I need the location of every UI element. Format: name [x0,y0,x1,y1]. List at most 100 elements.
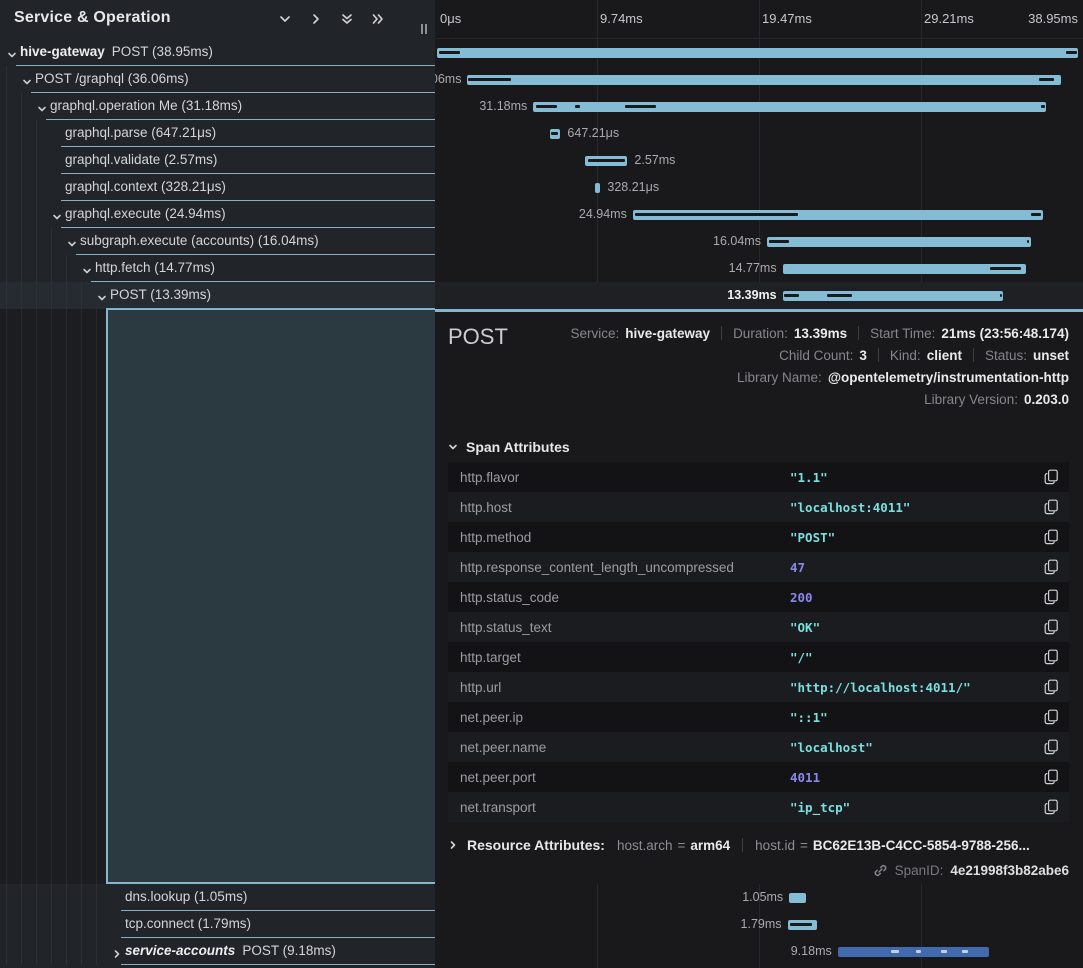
indent-guide [81,938,82,965]
span-label: dns.lookup (1.05ms) [125,889,247,904]
double-chevron-right-icon[interactable] [371,12,385,26]
waterfall-row[interactable]: 14.77ms [435,255,1083,282]
waterfall-row[interactable]: 1.05ms [435,884,1083,911]
span-duration-bar[interactable] [789,893,806,903]
span-tree-row[interactable]: http.fetch (14.77ms) [0,255,435,282]
double-chevron-down-icon[interactable] [340,12,354,26]
span-tree-row[interactable]: POST /graphql (36.06ms) [0,66,435,93]
detail-field-label: Start Time: [870,326,935,341]
operation-name: graphql.parse (647.21μs) [65,125,216,140]
chevron-down-icon[interactable] [67,236,77,246]
span-duration-bar[interactable] [533,102,1046,112]
span-tree-row[interactable]: service-accounts POST (9.18ms) [0,938,435,965]
chevron-down-icon [448,442,458,452]
chevron-right-icon[interactable] [309,12,323,26]
waterfall-row[interactable]: 1.79ms [435,911,1083,938]
span-label: subgraph.execute (accounts) (16.04ms) [80,233,319,248]
span-duration-bar[interactable] [767,237,1031,247]
chevron-down-icon[interactable] [7,47,17,57]
attribute-row: net.peer.port4011 [448,762,1069,792]
chevron-down-icon[interactable] [278,12,292,26]
waterfall-row[interactable]: 31.18ms [435,93,1083,120]
attribute-key: net.peer.port [448,770,536,785]
panel-resize-handle[interactable] [421,24,427,34]
copy-icon[interactable] [1044,589,1059,605]
operation-name: dns.lookup (1.05ms) [125,889,247,904]
attribute-value: "/" [790,650,813,665]
indent-guide [6,938,7,965]
span-tree-row[interactable]: graphql.execute (24.94ms) [0,201,435,228]
copy-icon[interactable] [1044,499,1059,515]
span-tree-row[interactable]: POST (13.39ms) [0,282,435,309]
indent-guide [6,66,7,93]
link-icon[interactable] [873,863,888,878]
span-duration-bar[interactable] [783,291,1003,301]
chevron-down-icon[interactable] [97,290,107,300]
waterfall-row[interactable]: 9.18ms [435,938,1083,965]
span-duration-bar[interactable] [595,183,600,193]
chevron-down-icon[interactable] [52,209,62,219]
detail-field-value: 13.39ms [794,326,847,341]
attribute-value: 200 [790,590,813,605]
chevron-down-icon[interactable] [22,74,32,84]
chevron-right-icon[interactable] [112,946,122,956]
span-duration-bar[interactable] [838,947,989,957]
span-tree-row[interactable]: tcp.connect (1.79ms) [0,911,435,938]
indent-guide [21,228,22,255]
resource-attributes-row[interactable]: Resource Attributes: host.arch=arm64host… [448,837,1030,853]
span-duration-bar[interactable] [467,75,1060,85]
copy-icon[interactable] [1044,469,1059,485]
span-duration-bar[interactable] [550,129,561,139]
waterfall-row[interactable]: 24.94ms [435,201,1083,228]
indent-guide [81,282,82,309]
detail-field-label: Duration: [733,326,788,341]
copy-icon[interactable] [1044,709,1059,725]
waterfall-row[interactable]: 36.06ms [435,66,1083,93]
copy-icon[interactable] [1044,799,1059,815]
detail-field-label: Library Name: [737,370,822,385]
indent-guide [81,911,82,938]
span-tree-row[interactable]: graphql.operation Me (31.18ms) [0,93,435,120]
waterfall-row[interactable]: 2.57ms [435,147,1083,174]
detail-info-line: Service:hive-gateway Duration: 13.39ms Star… [570,322,1069,344]
copy-icon[interactable] [1044,649,1059,665]
span-attributes-toggle[interactable]: Span Attributes [448,439,570,455]
span-tree-row[interactable]: dns.lookup (1.05ms) [0,884,435,911]
span-duration-bar[interactable] [585,156,627,166]
span-tree-row[interactable]: graphql.validate (2.57ms) [0,147,435,174]
child-span-marker [1039,78,1054,81]
indent-guide [96,938,97,965]
waterfall-row[interactable]: 647.21μs [435,120,1083,147]
waterfall-row[interactable]: 13.39ms [435,282,1083,309]
span-duration-label: 24.94ms [579,207,627,221]
span-duration-bar[interactable] [783,264,1026,274]
attribute-key: http.method [448,530,531,545]
copy-icon[interactable] [1044,739,1059,755]
detail-field: Service:hive-gateway [570,326,710,341]
waterfall-row[interactable]: 16.04ms [435,228,1083,255]
waterfall-row[interactable]: 328.21μs [435,174,1083,201]
copy-icon[interactable] [1044,679,1059,695]
attribute-row: http.response_content_length_uncompresse… [448,552,1069,582]
attribute-value: "POST" [790,530,835,545]
span-tree-row[interactable]: graphql.parse (647.21μs) [0,120,435,147]
span-tree-row[interactable]: subgraph.execute (accounts) (16.04ms) [0,228,435,255]
waterfall-row[interactable] [435,39,1083,66]
copy-icon[interactable] [1044,769,1059,785]
span-tree-row[interactable]: graphql.context (328.21μs) [0,174,435,201]
span-duration-bar[interactable] [437,48,1078,58]
attribute-row: net.transport"ip_tcp" [448,792,1069,822]
detail-field: Library Version:0.203.0 [924,392,1069,407]
copy-icon[interactable] [1044,529,1059,545]
chevron-down-icon[interactable] [37,101,47,111]
span-duration-bar[interactable] [633,210,1043,220]
chevron-down-icon[interactable] [82,263,92,273]
service-name: service-accounts [125,943,235,958]
span-tree-row[interactable]: hive-gatewayPOST (38.95ms) [0,39,435,66]
copy-icon[interactable] [1044,559,1059,575]
operation-name: POST (9.18ms) [242,943,336,958]
span-duration-bar[interactable] [788,920,817,930]
indent-guide [21,147,22,174]
indent-guide [36,174,37,201]
copy-icon[interactable] [1044,619,1059,635]
